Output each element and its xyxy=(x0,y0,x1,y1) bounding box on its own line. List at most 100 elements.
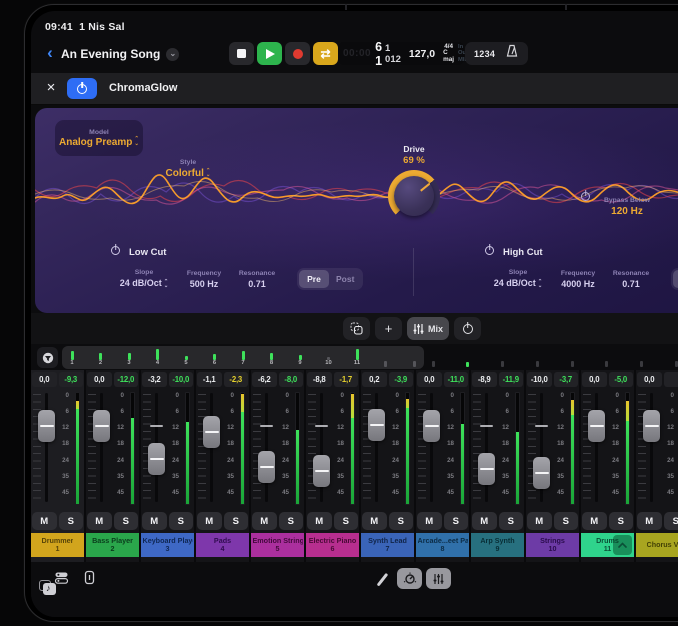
mixer-power-button[interactable] xyxy=(454,317,481,340)
solo-button[interactable]: S xyxy=(664,512,678,530)
frequency-control[interactable]: Frequency 500 Hz xyxy=(177,270,231,289)
track-tab[interactable]: Keyboard Player 3 xyxy=(141,533,194,557)
slope-selector[interactable]: Slope 24 dB/Oct⌃⌄ xyxy=(111,269,177,288)
pencil-edit-button[interactable] xyxy=(377,573,388,586)
controls-button[interactable] xyxy=(397,568,422,589)
overview-offscreen-region[interactable] xyxy=(429,346,678,369)
mute-button[interactable]: M xyxy=(417,512,442,530)
fader-handle[interactable] xyxy=(258,451,275,483)
fader-handle[interactable] xyxy=(368,409,385,441)
plugins-button[interactable] xyxy=(54,571,69,590)
solo-button[interactable]: S xyxy=(224,512,249,530)
fader-handle[interactable] xyxy=(203,416,220,448)
cycle-button[interactable]: ⇄ xyxy=(313,42,338,65)
frequency-control[interactable]: Frequency 4000 Hz xyxy=(551,270,605,289)
resonance-control[interactable]: Resonance 0.71 xyxy=(605,270,657,289)
style-selector[interactable]: Style Colorful⌃⌄ xyxy=(153,159,223,179)
mixer-button[interactable] xyxy=(426,568,451,589)
mute-button[interactable]: M xyxy=(32,512,57,530)
stop-button[interactable] xyxy=(229,42,254,65)
mute-button[interactable]: M xyxy=(142,512,167,530)
solo-button[interactable]: S xyxy=(444,512,469,530)
slope-selector[interactable]: Slope 24 dB/Oct⌃⌄ xyxy=(485,269,551,288)
filter-button[interactable] xyxy=(37,347,58,368)
fader-handle[interactable] xyxy=(478,453,495,485)
track-tab[interactable]: Pads 4 xyxy=(196,533,249,557)
level-meter xyxy=(295,392,300,505)
solo-button[interactable]: S xyxy=(279,512,304,530)
mute-button[interactable]: M xyxy=(87,512,112,530)
mix-toggle-button[interactable]: Mix xyxy=(407,317,449,340)
volume-readout: 0,0 xyxy=(582,372,607,387)
track-tab[interactable]: Drummer 1 xyxy=(31,533,84,557)
power-icon xyxy=(77,84,87,94)
track-tab[interactable]: Bass Player 2 xyxy=(86,533,139,557)
mute-button[interactable]: M xyxy=(472,512,497,530)
resonance-control[interactable]: Resonance 0.71 xyxy=(231,270,283,289)
track-number: 2 xyxy=(111,545,115,554)
overview-meter: 3 xyxy=(125,348,133,367)
mute-button[interactable]: M xyxy=(527,512,552,530)
level-control[interactable]: Level 0.0 xyxy=(667,217,678,237)
track-tab[interactable]: Synth Lead 7 xyxy=(361,533,414,557)
collapse-chevron-button[interactable] xyxy=(613,535,632,555)
track-tab[interactable]: Drums 11 xyxy=(581,533,634,557)
fader-handle[interactable] xyxy=(423,410,440,442)
fader-handle[interactable] xyxy=(93,410,110,442)
overview-visible-region[interactable]: 1234567891011 xyxy=(62,346,424,369)
channel-readouts: 0,0 -5,0 xyxy=(581,370,634,389)
low-cut-power-button[interactable] xyxy=(111,246,120,258)
solo-button[interactable]: S xyxy=(334,512,359,530)
fader-handle[interactable] xyxy=(148,443,165,475)
track-tab[interactable]: Emotion Strings 5 xyxy=(251,533,304,557)
solo-button[interactable]: S xyxy=(389,512,414,530)
track-tab[interactable]: Electric Piano 6 xyxy=(306,533,359,557)
bypass-below-control[interactable]: Bypass Below 120 Hz xyxy=(595,197,659,217)
fader-handle[interactable] xyxy=(38,410,55,442)
track-tab[interactable]: Arp Synth 9 xyxy=(471,533,524,557)
fader-scale: 061218243545 xyxy=(221,392,234,496)
play-button[interactable] xyxy=(257,42,282,65)
fader-ticks xyxy=(473,394,481,503)
fader-handle[interactable] xyxy=(533,457,550,489)
fader-handle[interactable] xyxy=(588,410,605,442)
fader-handle[interactable] xyxy=(643,410,660,442)
solo-button[interactable]: S xyxy=(609,512,634,530)
solo-button[interactable]: S xyxy=(499,512,524,530)
mute-button[interactable]: M xyxy=(362,512,387,530)
count-in-button[interactable]: 1234 xyxy=(474,49,495,59)
mute-button[interactable]: M xyxy=(197,512,222,530)
drive-knob[interactable]: Drive 69 % xyxy=(376,144,452,222)
metronome-button[interactable] xyxy=(505,44,519,63)
duplicate-button[interactable] xyxy=(343,317,370,340)
solo-button[interactable]: S xyxy=(169,512,194,530)
solo-button[interactable]: S xyxy=(554,512,579,530)
add-track-button[interactable]: + xyxy=(375,317,402,340)
back-button[interactable]: ‹ xyxy=(41,43,59,65)
mute-button[interactable]: M xyxy=(637,512,662,530)
overview-meter: 2 xyxy=(97,348,105,367)
model-selector[interactable]: Model Analog Preamp⌃⌄ xyxy=(55,120,143,156)
solo-button[interactable]: S xyxy=(59,512,84,530)
track-tab[interactable]: Arcade...eet Pad 8 xyxy=(416,533,469,557)
record-button[interactable] xyxy=(285,42,310,65)
fader-area: 061218243545 xyxy=(196,389,249,511)
overview-meter: 4 xyxy=(154,348,162,367)
plugin-power-button[interactable] xyxy=(67,78,97,99)
track-tab[interactable]: Strings 10 xyxy=(526,533,579,557)
mute-button[interactable]: M xyxy=(252,512,277,530)
mute-button[interactable]: M xyxy=(307,512,332,530)
drive-knob-dial[interactable] xyxy=(388,170,440,222)
mute-button[interactable]: M xyxy=(582,512,607,530)
song-title-menu[interactable]: An Evening Song ⌄ xyxy=(61,43,179,65)
lcd-display[interactable]: 00:00 6 1 1 012 127,0 4/4C maj In OutMID… xyxy=(338,42,464,65)
pre-button[interactable]: Pre xyxy=(673,270,678,288)
high-cut-power-button[interactable] xyxy=(485,246,494,258)
track-tab[interactable]: Chorus V xyxy=(636,533,678,557)
post-button[interactable]: Post xyxy=(329,270,361,288)
pre-button[interactable]: Pre xyxy=(299,270,329,288)
port-button[interactable] xyxy=(84,570,95,590)
solo-button[interactable]: S xyxy=(114,512,139,530)
close-plugin-button[interactable]: × xyxy=(43,80,59,96)
fader-handle[interactable] xyxy=(313,455,330,487)
